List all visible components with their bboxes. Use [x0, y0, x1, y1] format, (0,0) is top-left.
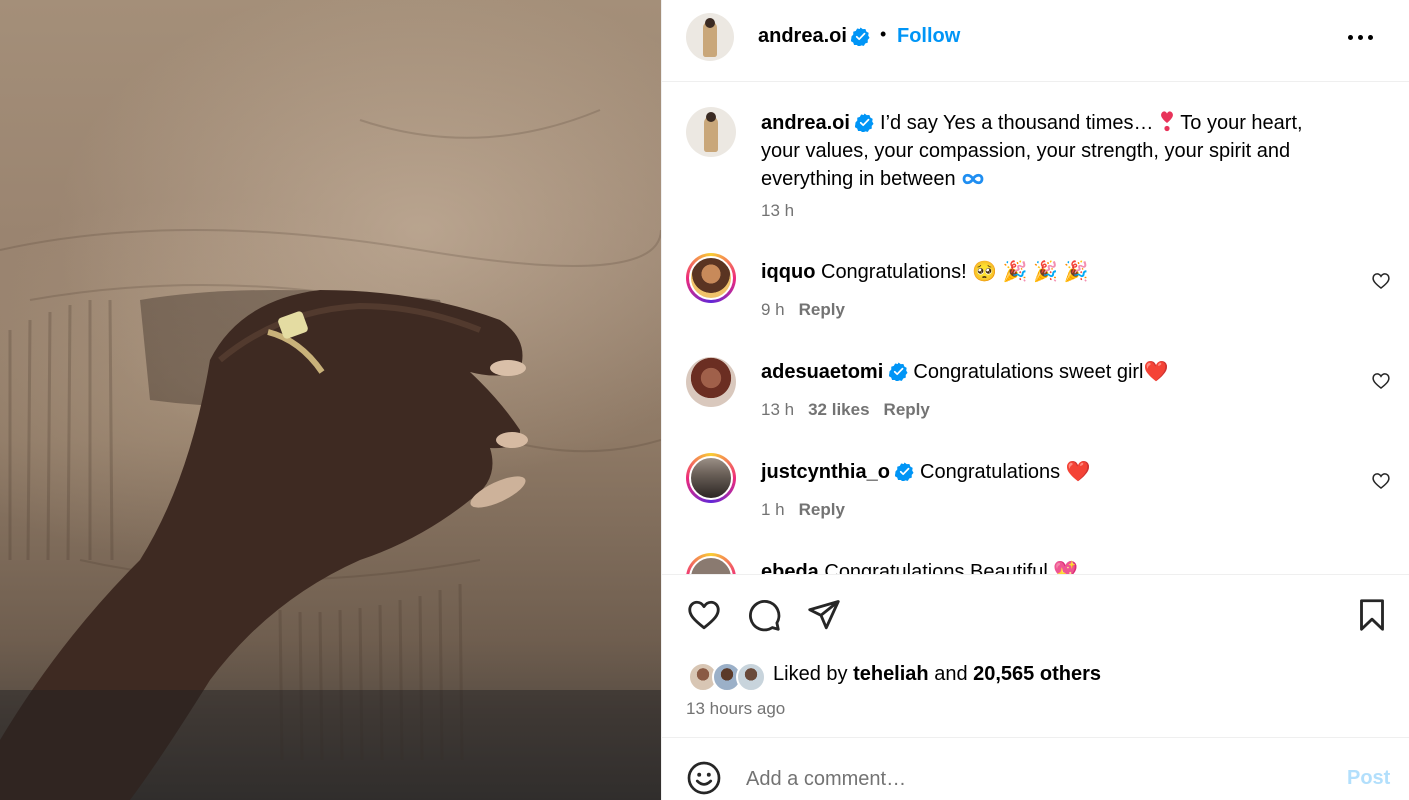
verified-badge-icon — [851, 27, 870, 48]
heart-exclamation-emoji-icon — [1161, 111, 1174, 132]
comment-meta: 9 h Reply — [761, 300, 845, 320]
comment-time[interactable]: 9 h — [761, 300, 785, 319]
comment-meta: 1 h Reply — [761, 500, 845, 520]
comment-input[interactable] — [746, 763, 1326, 795]
verified-badge-icon — [888, 362, 908, 381]
reply-button[interactable]: Reply — [799, 500, 845, 519]
author-username[interactable]: andrea.oi — [758, 25, 847, 48]
commenter-avatar[interactable] — [686, 253, 736, 303]
comment-text: iqquo Congratulations! 🥺 🎉 🎉 🎉 — [761, 258, 1321, 286]
photo-illustration — [0, 109, 661, 800]
infinity-emoji-icon — [962, 173, 984, 185]
caption-time[interactable]: 13 h — [761, 201, 794, 221]
comment-bubble-icon[interactable] — [746, 597, 782, 633]
commenter-username[interactable]: iqquo — [761, 261, 815, 283]
post-comment-button[interactable]: Post — [1347, 767, 1390, 790]
comment-text: justcynthia_o Congratulations ❤️ — [761, 458, 1321, 486]
commenter-username[interactable]: adesuaetomi — [761, 361, 883, 383]
liked-by-others-count[interactable]: 20,565 others — [973, 663, 1101, 685]
comment-body: Congratulations! 🥺 🎉 🎉 🎉 — [815, 261, 1089, 283]
post-photo[interactable] — [0, 0, 661, 800]
header-separator: • — [880, 24, 887, 44]
add-comment-bar: Post — [662, 739, 1409, 800]
post-timestamp[interactable]: 13 hours ago — [686, 699, 785, 719]
comment-text: ebeda Congratulations Beautiful 💖 — [761, 558, 1321, 574]
comment-body: Congratulations Beautiful 💖 — [818, 561, 1079, 574]
commenter-avatar[interactable] — [686, 553, 736, 574]
like-comment-heart-icon[interactable] — [1371, 271, 1391, 291]
comment-meta: 13 h 32 likes Reply — [761, 400, 930, 420]
post-actions: Liked by teheliah and 20,565 others 13 h… — [662, 574, 1409, 738]
comment-body: Congratulations ❤️ — [914, 461, 1091, 483]
like-comment-heart-icon[interactable] — [1371, 371, 1391, 391]
share-paper-plane-icon[interactable] — [806, 597, 842, 633]
reply-button[interactable]: Reply — [799, 300, 845, 319]
more-horizontal-icon[interactable] — [1348, 33, 1376, 43]
reply-button[interactable]: Reply — [884, 400, 930, 419]
comments-list[interactable]: andrea.oi I’d say Yes a thousand times… … — [662, 83, 1409, 574]
comment-text: adesuaetomi Congratulations sweet girl❤️ — [761, 358, 1321, 386]
caption-author-avatar[interactable] — [686, 107, 736, 157]
commenter-avatar[interactable] — [686, 453, 736, 503]
follow-button[interactable]: Follow — [897, 25, 960, 48]
commenter-username[interactable]: ebeda — [761, 561, 819, 574]
caption-text: andrea.oi I’d say Yes a thousand times… … — [761, 109, 1321, 193]
post-header: andrea.oi • Follow — [662, 0, 1409, 82]
comment-time[interactable]: 13 h — [761, 400, 794, 419]
caption-username[interactable]: andrea.oi — [761, 112, 850, 134]
emoji-smiley-icon[interactable] — [686, 760, 722, 796]
liked-by-text: Liked by teheliah and 20,565 others — [773, 663, 1101, 686]
like-comment-heart-icon[interactable] — [1371, 471, 1391, 491]
liked-by-user[interactable]: teheliah — [853, 663, 929, 685]
comment-body: Congratulations sweet girl❤️ — [907, 361, 1169, 383]
liker-avatar — [736, 662, 766, 692]
verified-badge-icon — [855, 113, 875, 132]
comment-time[interactable]: 1 h — [761, 500, 785, 519]
post-details-panel: andrea.oi • Follow andrea.oi I’d say Yes… — [661, 0, 1409, 800]
caption-text-part-1: I’d say Yes a thousand times… — [874, 112, 1160, 134]
save-bookmark-icon[interactable] — [1354, 597, 1390, 633]
liked-by-prefix: Liked by — [773, 663, 854, 685]
verified-badge-icon — [895, 462, 915, 481]
author-avatar[interactable] — [686, 13, 734, 61]
like-heart-icon[interactable] — [686, 597, 722, 633]
comment-likes[interactable]: 32 likes — [808, 400, 869, 419]
commenter-username[interactable]: justcynthia_o — [761, 461, 890, 483]
liked-by-conjunction: and — [928, 663, 974, 685]
commenter-avatar[interactable] — [686, 357, 736, 407]
